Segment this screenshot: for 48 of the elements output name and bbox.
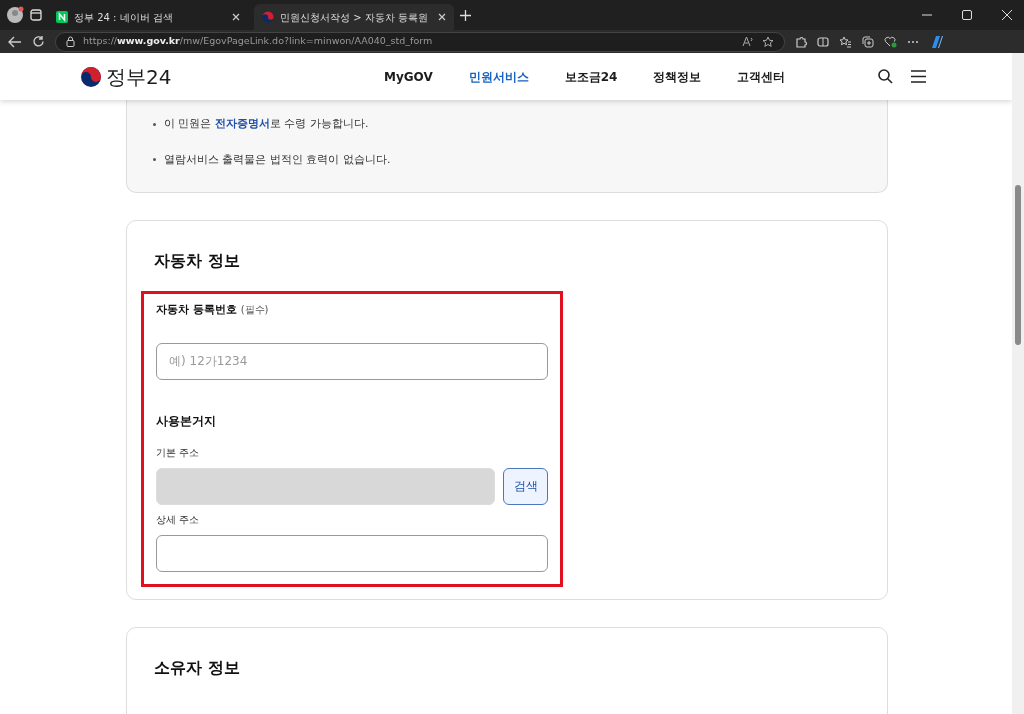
field-label: 기본 주소 <box>156 445 201 460</box>
nav-link[interactable]: 민원서비스 <box>450 67 547 86</box>
subsection-title: 사용본거지 <box>156 412 217 430</box>
menu-icon[interactable] <box>911 70 926 83</box>
field-label: 자동차 등록번호 (필수) <box>156 302 270 318</box>
star-icon[interactable] <box>762 35 774 48</box>
lock-icon <box>66 36 75 47</box>
nav-link[interactable]: 고객센터 <box>719 67 804 86</box>
detail-address-input[interactable] <box>156 535 548 572</box>
read-aloud-icon[interactable] <box>742 36 754 47</box>
maximize-icon[interactable] <box>962 10 972 20</box>
refresh-icon[interactable] <box>32 35 45 48</box>
split-screen-icon[interactable] <box>817 35 829 48</box>
puzzle-icon[interactable] <box>795 35 807 48</box>
site-favicon-icon <box>56 11 68 23</box>
browser-tab[interactable]: 정부 24 : 네이버 검색 <box>48 4 248 30</box>
collections-icon[interactable] <box>862 35 874 48</box>
notice-text: 이 민원은 전자증명서로 수령 가능합니다. <box>164 116 369 132</box>
url-text: https://www.gov.kr/mw/EgovPageLink.do?link=minwon/AA040_std_form <box>83 34 434 49</box>
heart-icon[interactable] <box>884 35 897 48</box>
back-icon[interactable] <box>8 35 22 48</box>
profile-icon[interactable] <box>6 6 24 24</box>
favorites-icon[interactable] <box>839 35 852 48</box>
nav-link[interactable]: 보조금24 <box>546 67 636 86</box>
address-bar[interactable]: https://www.gov.kr/mw/EgovPageLink.do?link=minwon/AA040_std_form <box>55 31 785 52</box>
copilot-icon[interactable] <box>929 33 945 50</box>
more-icon[interactable] <box>907 39 919 44</box>
section-title: 자동차 정보 <box>154 250 241 272</box>
field-label: 상세 주소 <box>156 512 201 527</box>
notice-text: 열람서비스 출력물은 법적인 효력이 없습니다. <box>164 151 391 168</box>
section-title: 소유자 정보 <box>154 657 241 679</box>
site-favicon-icon <box>262 11 274 23</box>
scrollbar-thumb[interactable] <box>1015 185 1021 345</box>
bullet-icon <box>153 122 156 126</box>
logo-icon <box>80 65 102 88</box>
nav-link[interactable]: 정책정보 <box>635 67 720 86</box>
bullet-icon <box>153 158 156 162</box>
nav-link[interactable]: MyGOV <box>366 67 451 86</box>
tab-actions-icon[interactable] <box>30 9 42 21</box>
browser-tab[interactable]: 민원신청서작성 > 자동차 등록원 <box>254 4 454 30</box>
registration-number-input[interactable]: 예) 12가1234 <box>156 342 548 380</box>
close-icon[interactable] <box>232 13 240 21</box>
close-icon[interactable] <box>438 13 446 21</box>
search-button[interactable]: 검색 <box>503 467 548 505</box>
close-icon[interactable] <box>1002 10 1012 20</box>
search-icon[interactable] <box>878 69 893 84</box>
site-logo-text[interactable]: 정부24 <box>106 61 172 92</box>
new-tab-icon[interactable] <box>460 9 471 21</box>
